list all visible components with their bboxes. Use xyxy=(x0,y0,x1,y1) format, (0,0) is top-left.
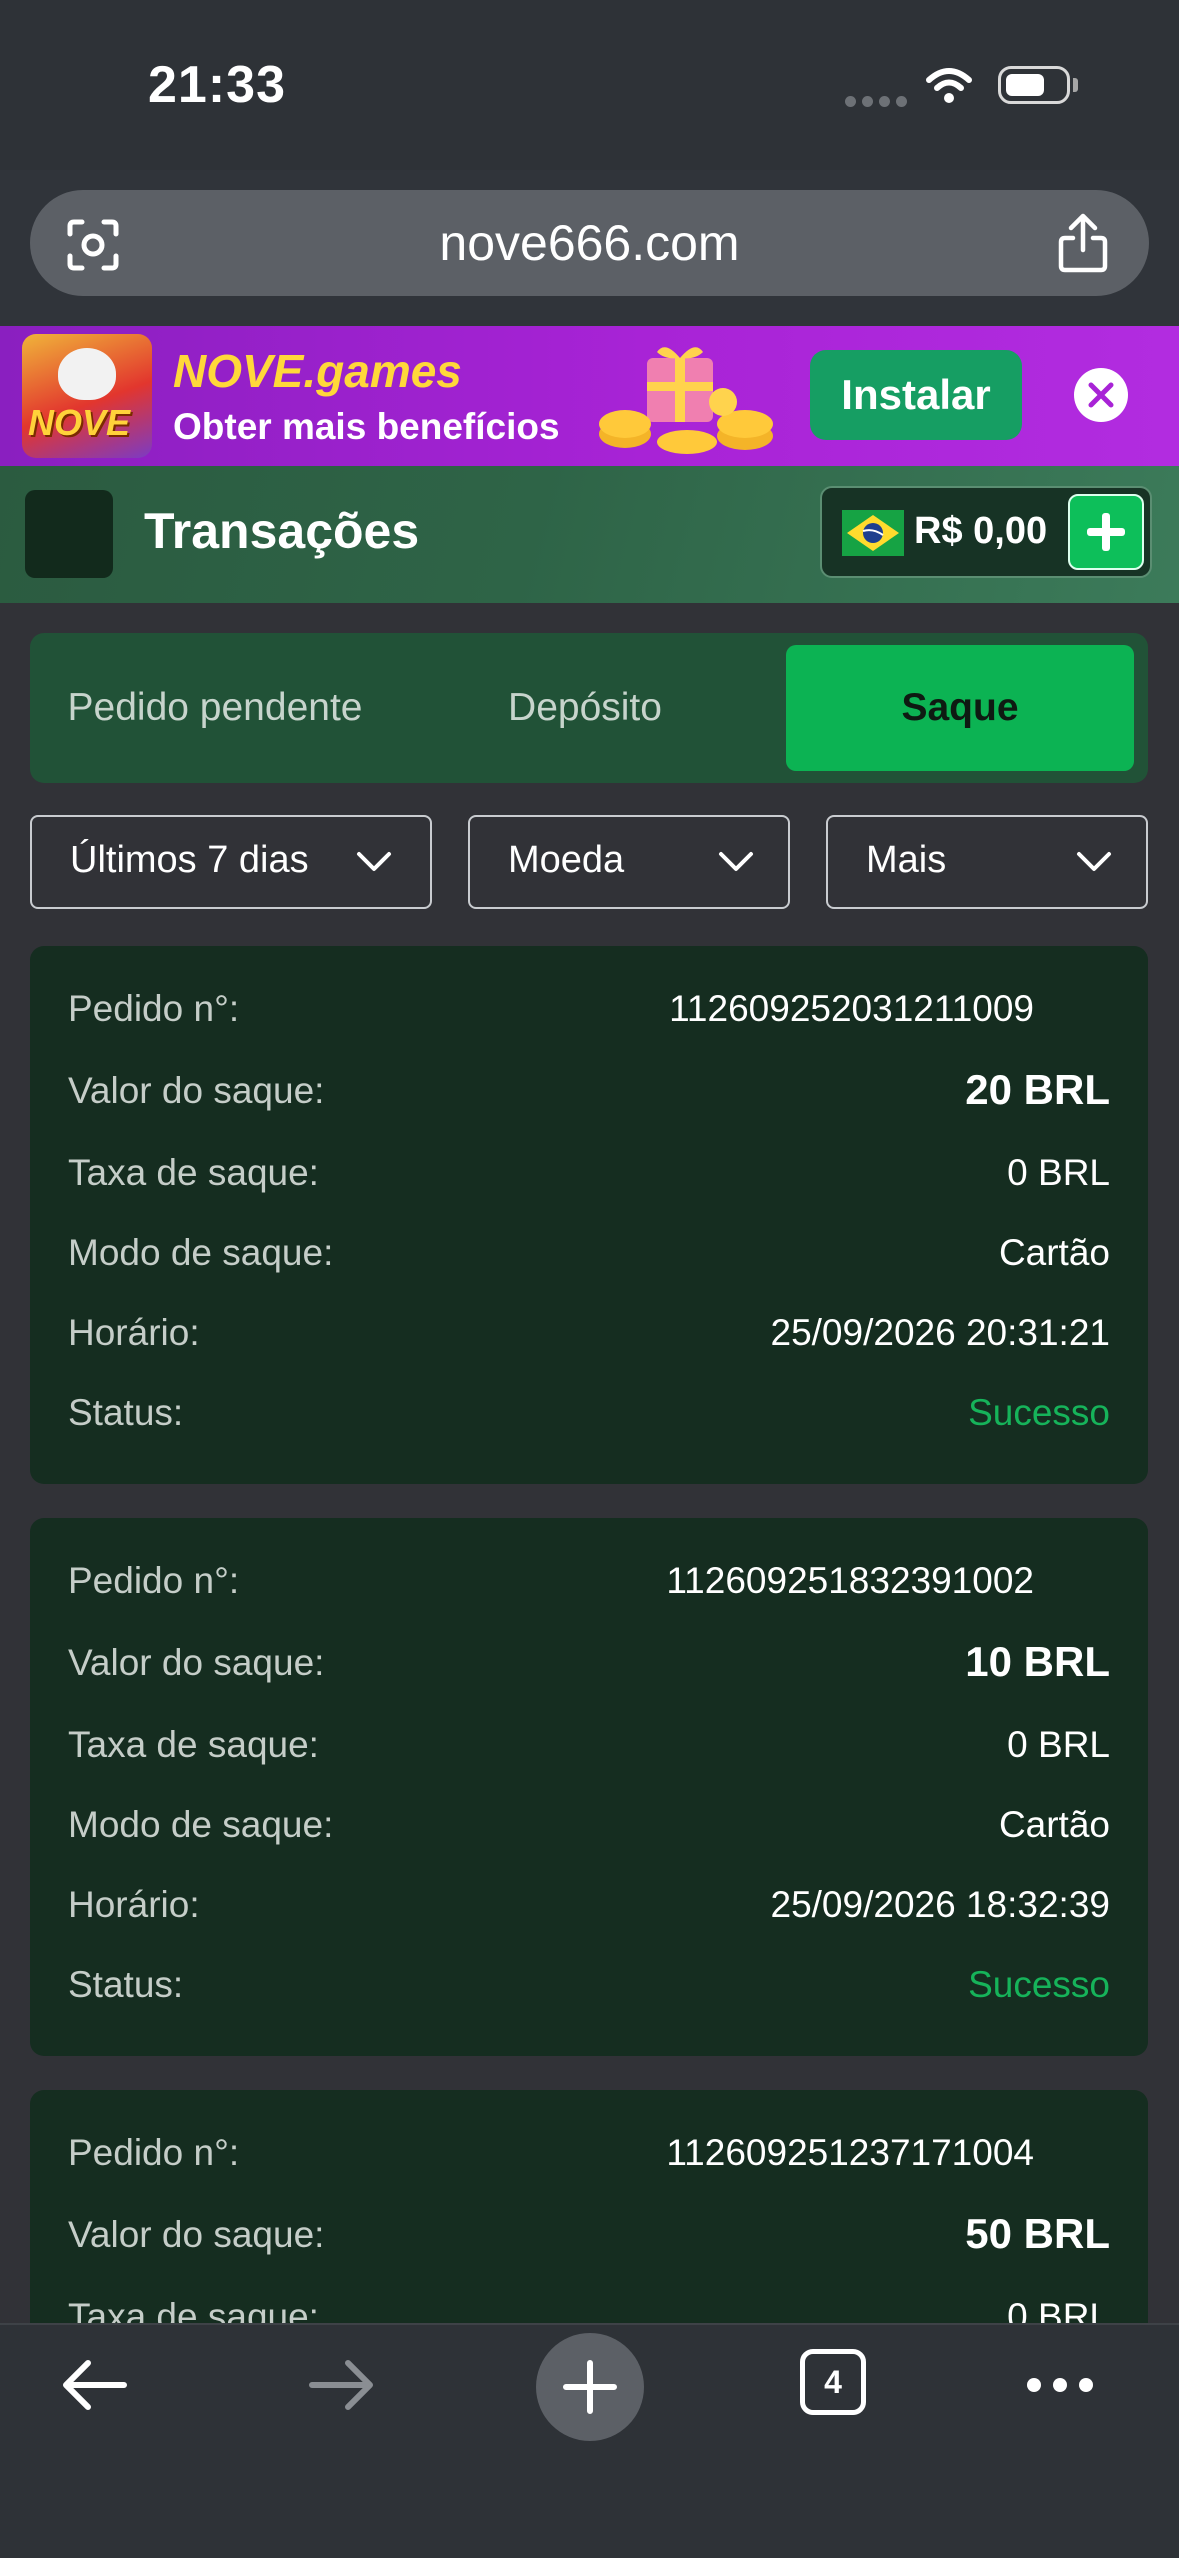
app-header: Transações R$ 0,00 xyxy=(0,466,1179,603)
fee-row: Taxa de saque: 0 BRL xyxy=(68,1724,1110,1765)
promo-title: NOVE.games xyxy=(173,345,462,397)
chevron-down-icon xyxy=(357,852,391,871)
gift-coins-illustration xyxy=(599,347,773,454)
promo-subtitle: Obter mais benefícios xyxy=(173,406,560,447)
transaction-type-tabs: Pedido pendente Depósito Saque xyxy=(30,633,1148,783)
withdraw-fee: 0 BRL xyxy=(1007,1724,1110,1765)
transaction-card: Pedido n°: 112609251237171004 Valor do sa… xyxy=(30,2090,1148,2323)
balance-widget[interactable]: R$ 0,00 xyxy=(820,486,1152,578)
withdraw-amount: 10 BRL xyxy=(965,1638,1110,1685)
tab-deposit[interactable]: Depósito xyxy=(400,645,770,771)
amount-row: Valor do saque: 10 BRL xyxy=(68,1638,1110,1685)
fee-row: Taxa de saque: 0 BRL xyxy=(68,2296,1110,2323)
back-button[interactable] xyxy=(25,490,113,578)
order-number: 112609251237171004 xyxy=(666,2132,1034,2173)
transaction-card: Pedido n°: 112609252031211009 Valor do sa… xyxy=(30,946,1148,1484)
app-logo: NOVE xyxy=(22,334,152,458)
more-filter[interactable]: Mais xyxy=(826,815,1148,909)
chevron-down-icon xyxy=(1077,852,1111,871)
chevron-down-icon xyxy=(719,852,753,871)
status-row: Status: Sucesso xyxy=(68,1392,1110,1433)
order-number: 112609252031211009 xyxy=(669,988,1034,1029)
order-number: 112609251832391002 xyxy=(666,1560,1034,1601)
url-text[interactable]: nove666.com xyxy=(30,214,1149,272)
share-icon[interactable] xyxy=(1057,212,1109,274)
withdraw-time: 25/09/2026 20:31:21 xyxy=(770,1312,1111,1353)
close-banner-icon[interactable] xyxy=(1072,366,1130,424)
mode-row: Modo de saque: Cartão xyxy=(68,1232,1110,1273)
status-bar: 21:33 xyxy=(0,0,1179,170)
order-row: Pedido n°: 112609252031211009 xyxy=(68,988,1034,1029)
cellular-signal-icon xyxy=(845,94,913,112)
currency-filter[interactable]: Moeda xyxy=(468,815,790,909)
tab-pending-orders[interactable]: Pedido pendente xyxy=(30,645,400,771)
new-tab-button[interactable] xyxy=(536,2333,644,2441)
install-promo-banner: NOVE NOVE.games Obter mais benefícios In… xyxy=(0,326,1179,466)
amount-row: Valor do saque: 50 BRL xyxy=(68,2210,1110,2257)
time-row: Horário: 25/09/2026 18:32:39 xyxy=(68,1884,1111,1925)
time-row: Horário: 25/09/2026 20:31:21 xyxy=(68,1312,1111,1353)
date-range-filter[interactable]: Últimos 7 dias xyxy=(30,815,432,909)
back-arrow-icon[interactable] xyxy=(58,2357,130,2413)
withdraw-time: 25/09/2026 18:32:39 xyxy=(770,1884,1111,1925)
plus-icon xyxy=(563,2360,617,2414)
withdraw-fee: 0 BRL xyxy=(1007,1152,1110,1193)
withdraw-amount: 20 BRL xyxy=(965,1066,1110,1113)
more-options-icon[interactable] xyxy=(1024,2375,1096,2395)
tab-switcher-button[interactable]: 4 xyxy=(800,2349,866,2415)
withdraw-fee: 0 BRL xyxy=(1007,2296,1110,2323)
battery-icon xyxy=(998,66,1070,104)
mode-row: Modo de saque: Cartão xyxy=(68,1804,1110,1845)
forward-arrow-icon[interactable] xyxy=(306,2357,378,2413)
brazil-flag-icon xyxy=(842,510,904,556)
withdraw-mode: Cartão xyxy=(998,1804,1110,1845)
install-button[interactable]: Instalar xyxy=(810,350,1022,440)
withdraw-amount: 50 BRL xyxy=(965,2210,1110,2257)
status-badge: Sucesso xyxy=(968,1392,1110,1433)
address-bar[interactable]: nove666.com xyxy=(30,190,1149,296)
deposit-plus-button[interactable] xyxy=(1068,494,1144,570)
fee-row: Taxa de saque: 0 BRL xyxy=(68,1152,1110,1193)
withdraw-mode: Cartão xyxy=(998,1232,1110,1273)
status-time: 21:33 xyxy=(148,56,286,114)
status-badge: Sucesso xyxy=(968,1964,1110,2005)
browser-toolbar: 4 xyxy=(0,2323,1179,2558)
tab-withdraw[interactable]: Saque xyxy=(786,645,1134,771)
status-row: Status: Sucesso xyxy=(68,1964,1110,2005)
order-row: Pedido n°: 112609251832391002 xyxy=(68,1560,1034,1601)
order-row: Pedido n°: 112609251237171004 xyxy=(68,2132,1034,2173)
amount-row: Valor do saque: 20 BRL xyxy=(68,1066,1110,1113)
transactions-content: Pedido pendente Depósito Saque Últimos 7… xyxy=(0,603,1179,2323)
page-title: Transações xyxy=(144,503,420,559)
wifi-icon xyxy=(926,68,972,103)
transaction-card: Pedido n°: 112609251832391002 Valor do sa… xyxy=(30,1518,1148,2056)
balance-amount: R$ 0,00 xyxy=(914,510,1048,552)
